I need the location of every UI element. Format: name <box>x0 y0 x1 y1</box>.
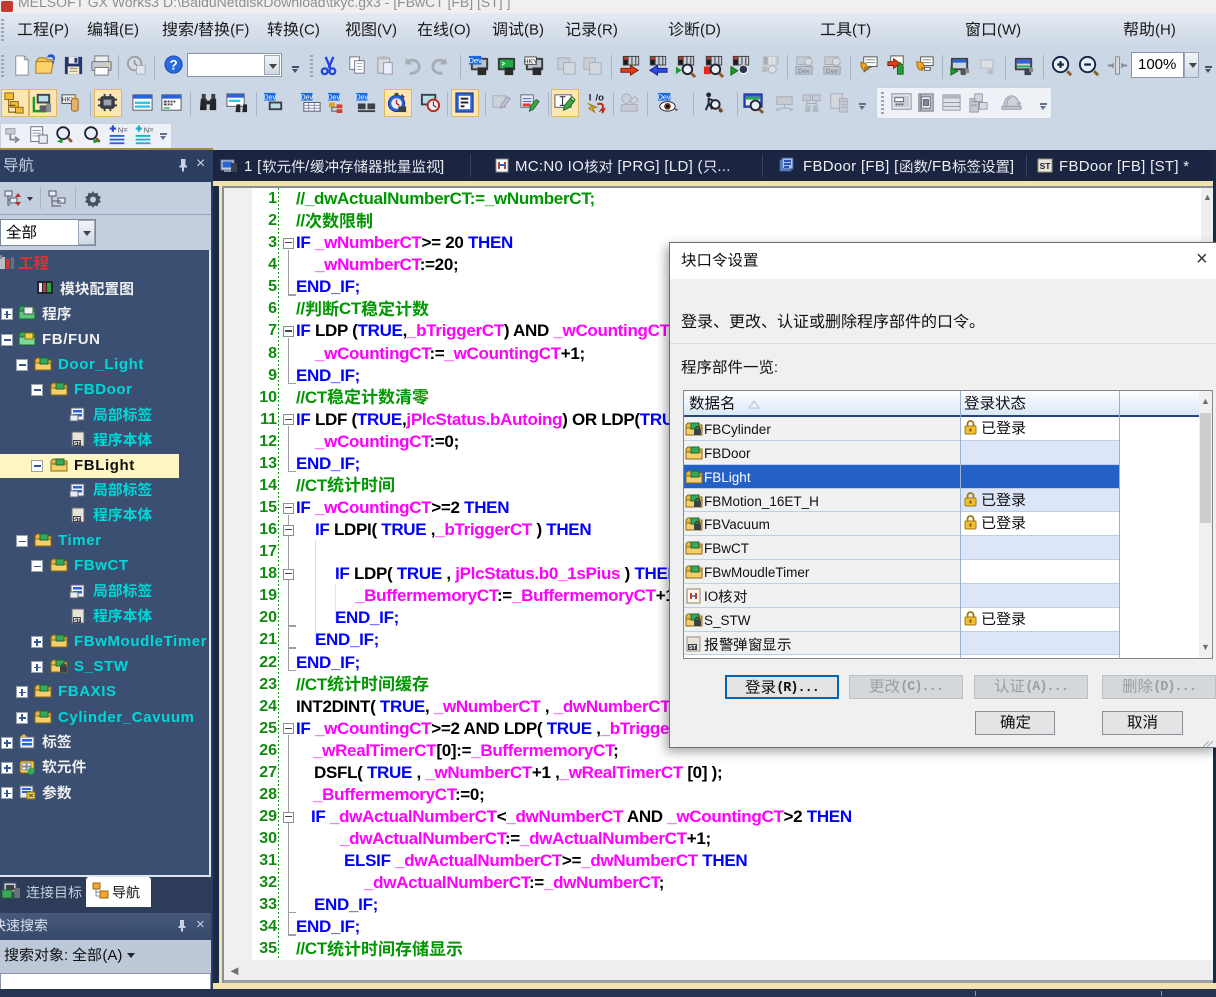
svg-text:HKY: HKY <box>524 59 538 66</box>
svg-text:ST: ST <box>1040 161 1052 171</box>
svg-text:ST: ST <box>73 618 81 624</box>
svg-text:ST: ST <box>73 517 81 523</box>
svg-text:Dev: Dev <box>826 68 839 75</box>
svg-text:Dev: Dev <box>468 56 482 65</box>
svg-text:Dev: Dev <box>798 68 811 75</box>
svg-text:I: I <box>589 93 592 104</box>
svg-text:Dev: Dev <box>327 94 340 102</box>
svg-text:N=: N= <box>144 125 154 134</box>
svg-text:Dev: Dev <box>355 94 368 102</box>
svg-text:Dev: Dev <box>300 94 313 102</box>
svg-text:ST: ST <box>689 645 697 651</box>
svg-text:N=: N= <box>118 125 128 134</box>
svg-text:Dev: Dev <box>263 94 276 102</box>
svg-text:Dev: Dev <box>658 94 671 102</box>
svg-text:/o: /o <box>596 93 605 104</box>
svg-text:?: ? <box>169 57 177 72</box>
svg-text:ST: ST <box>73 441 81 447</box>
